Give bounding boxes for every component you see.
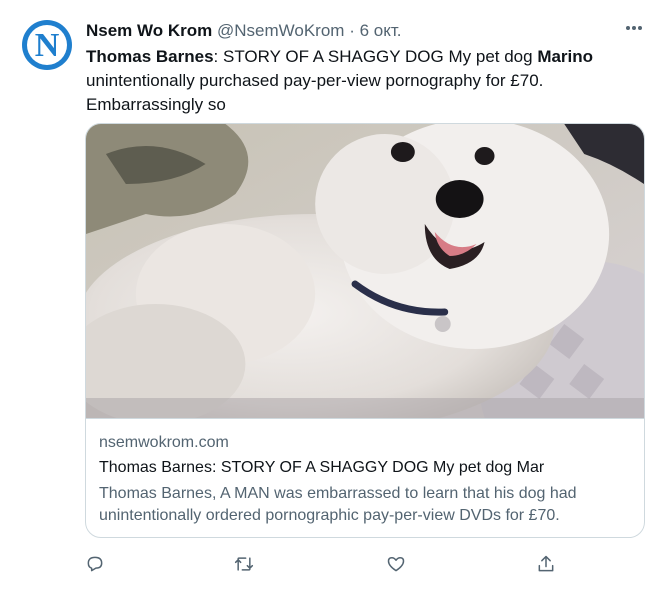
- retweet-button[interactable]: [232, 552, 256, 576]
- like-button[interactable]: [384, 552, 408, 576]
- tweet-header: Nsem Wo Krom @NsemWoKrom · 6 окт.: [86, 21, 402, 41]
- avatar-logo: N: [27, 25, 67, 65]
- dog-name: Marino: [537, 47, 594, 66]
- tweet-text-segment-end: unintentionally purchased pay-per-view p…: [86, 71, 544, 114]
- reply-button[interactable]: [83, 552, 107, 576]
- card-image: [86, 124, 644, 418]
- like-icon: [387, 557, 405, 572]
- card-description: Thomas Barnes, A MAN was embarrassed to …: [99, 485, 577, 524]
- reply-icon: [87, 556, 103, 572]
- avatar[interactable]: N: [22, 20, 72, 70]
- retweet-icon: [234, 557, 254, 571]
- card-domain: nsemwokrom.com: [99, 434, 229, 451]
- card-title: Thomas Barnes: STORY OF A SHAGGY DOG My …: [99, 459, 545, 476]
- more-options-button[interactable]: [620, 18, 648, 38]
- mention-name: Thomas Barnes: [86, 47, 214, 66]
- share-button[interactable]: [534, 552, 558, 576]
- tweet-text-segment: : STORY OF A SHAGGY DOG My pet dog: [213, 47, 538, 66]
- card-info: nsemwokrom.com Thomas Barnes: STORY OF A…: [86, 418, 644, 537]
- more-icon: [626, 26, 642, 30]
- share-icon: [538, 555, 554, 572]
- tweet-text: Thomas Barnes: STORY OF A SHAGGY DOG My …: [86, 45, 646, 117]
- avatar-letter: N: [34, 27, 60, 64]
- link-card[interactable]: nsemwokrom.com Thomas Barnes: STORY OF A…: [85, 123, 645, 538]
- header-separator: ·: [349, 21, 355, 40]
- tweet-date[interactable]: 6 окт.: [360, 21, 402, 40]
- tweet-actions: [0, 552, 666, 576]
- author-name[interactable]: Nsem Wo Krom: [86, 21, 212, 40]
- author-handle[interactable]: @NsemWoKrom: [217, 21, 344, 40]
